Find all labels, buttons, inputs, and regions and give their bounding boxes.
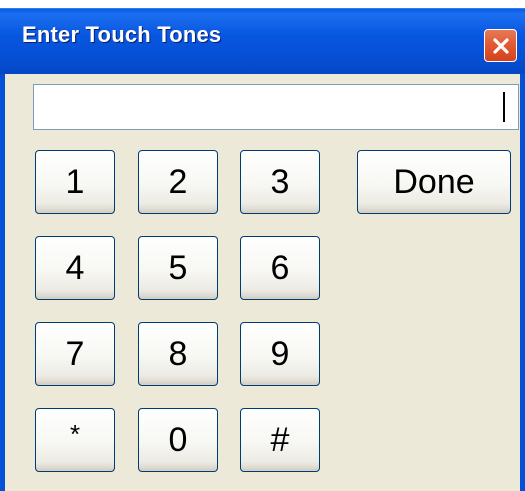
close-button[interactable] xyxy=(484,29,517,62)
key-star-button[interactable]: * xyxy=(35,408,115,472)
touch-tone-dialog: Enter Touch Tones 1 2 3 Done 4 5 6 7 8 9… xyxy=(0,0,525,491)
key-hash-button[interactable]: # xyxy=(240,408,320,472)
title-bar[interactable]: Enter Touch Tones xyxy=(0,8,525,74)
window-title: Enter Touch Tones xyxy=(22,22,222,47)
tone-entry-field[interactable] xyxy=(33,84,519,130)
text-caret xyxy=(503,92,505,122)
key-8-button[interactable]: 8 xyxy=(138,322,218,386)
key-7-button[interactable]: 7 xyxy=(35,322,115,386)
key-2-button[interactable]: 2 xyxy=(138,150,218,214)
close-icon xyxy=(492,37,509,54)
key-1-button[interactable]: 1 xyxy=(35,150,115,214)
key-9-button[interactable]: 9 xyxy=(240,322,320,386)
key-0-button[interactable]: 0 xyxy=(138,408,218,472)
key-4-button[interactable]: 4 xyxy=(35,236,115,300)
done-button[interactable]: Done xyxy=(357,150,511,214)
dialog-body: 1 2 3 Done 4 5 6 7 8 9 * 0 # xyxy=(0,74,525,491)
key-5-button[interactable]: 5 xyxy=(138,236,218,300)
key-6-button[interactable]: 6 xyxy=(240,236,320,300)
key-3-button[interactable]: 3 xyxy=(240,150,320,214)
